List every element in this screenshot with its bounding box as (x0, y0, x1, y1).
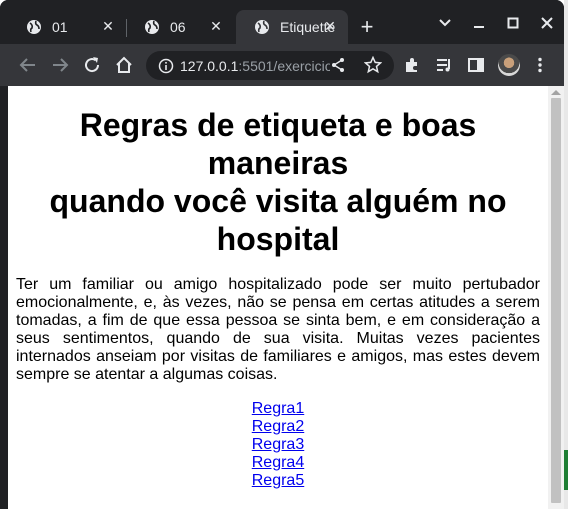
site-info-icon[interactable] (158, 58, 174, 74)
home-icon[interactable] (112, 53, 136, 77)
media-queue-icon[interactable] (432, 53, 456, 77)
close-tab-icon[interactable]: ✕ (208, 18, 224, 34)
globe-icon (144, 19, 160, 35)
intro-paragraph: Ter um familiar ou amigo hospitalizado p… (16, 276, 540, 383)
tab-title: 06 (170, 19, 186, 35)
bookmark-star-icon[interactable] (364, 56, 382, 74)
link-regra4[interactable]: Regra4 (8, 454, 548, 472)
minimize-button[interactable] (462, 10, 496, 36)
url-host: 127.0.0.1 (180, 57, 239, 74)
reload-icon[interactable] (80, 53, 104, 77)
page-viewport: Regras de etiqueta e boas maneiras quando… (8, 86, 548, 509)
link-regra3[interactable]: Regra3 (8, 436, 548, 454)
background-green-edge (564, 450, 568, 490)
rules-links: Regra1 Regra2 Regra3 Regra4 Regra5 (8, 400, 548, 490)
globe-icon (26, 19, 42, 35)
tab-strip: 01 ✕ 06 ✕ Etiquette ✕ + (0, 0, 564, 44)
page-title: Regras de etiqueta e boas maneiras quando… (8, 106, 548, 258)
share-icon[interactable] (330, 57, 346, 73)
maximize-button[interactable] (496, 10, 530, 36)
side-panel-icon[interactable] (464, 53, 488, 77)
url-path: :5501/exercicios/etiqueta.html (238, 57, 330, 74)
address-bar[interactable]: 127.0.0.1:5501/exercicios/etiqueta.html (146, 51, 394, 80)
browser-toolbar: 127.0.0.1:5501/exercicios/etiqueta.html (0, 44, 564, 86)
tab-search-icon[interactable] (428, 10, 462, 36)
tab-01[interactable]: 01 ✕ (8, 10, 126, 44)
title-line-1: Regras de etiqueta e boas maneiras (79, 107, 477, 181)
tab-etiquette-active[interactable]: Etiquette ✕ (236, 10, 348, 44)
close-tab-icon[interactable]: ✕ (322, 18, 338, 34)
close-window-button[interactable] (530, 10, 564, 36)
back-arrow-icon[interactable] (16, 53, 40, 77)
background-window-edge (564, 0, 568, 509)
vertical-scrollbar[interactable] (548, 86, 564, 509)
link-regra1[interactable]: Regra1 (8, 400, 548, 418)
window-controls (428, 10, 564, 36)
tab-06[interactable]: 06 ✕ (126, 10, 234, 44)
browser-window: 01 ✕ 06 ✕ Etiquette ✕ + 127.0.0.1:5501/e… (0, 0, 564, 509)
extensions-puzzle-icon[interactable] (400, 53, 424, 77)
title-line-2: quando você visita alguém no hospital (49, 183, 507, 257)
new-tab-button[interactable]: + (356, 16, 378, 38)
close-tab-icon[interactable]: ✕ (100, 18, 116, 34)
scrollbar-thumb[interactable] (551, 98, 561, 503)
url-text: 127.0.0.1:5501/exercicios/etiqueta.html (180, 58, 330, 74)
globe-icon (254, 19, 270, 35)
link-regra2[interactable]: Regra2 (8, 418, 548, 436)
scroll-up-arrow-icon[interactable] (551, 90, 561, 95)
tab-title: 01 (52, 19, 68, 35)
profile-avatar[interactable] (498, 54, 520, 76)
link-regra5[interactable]: Regra5 (8, 472, 548, 490)
forward-arrow-icon[interactable] (48, 53, 72, 77)
menu-kebab-icon[interactable] (528, 53, 552, 77)
